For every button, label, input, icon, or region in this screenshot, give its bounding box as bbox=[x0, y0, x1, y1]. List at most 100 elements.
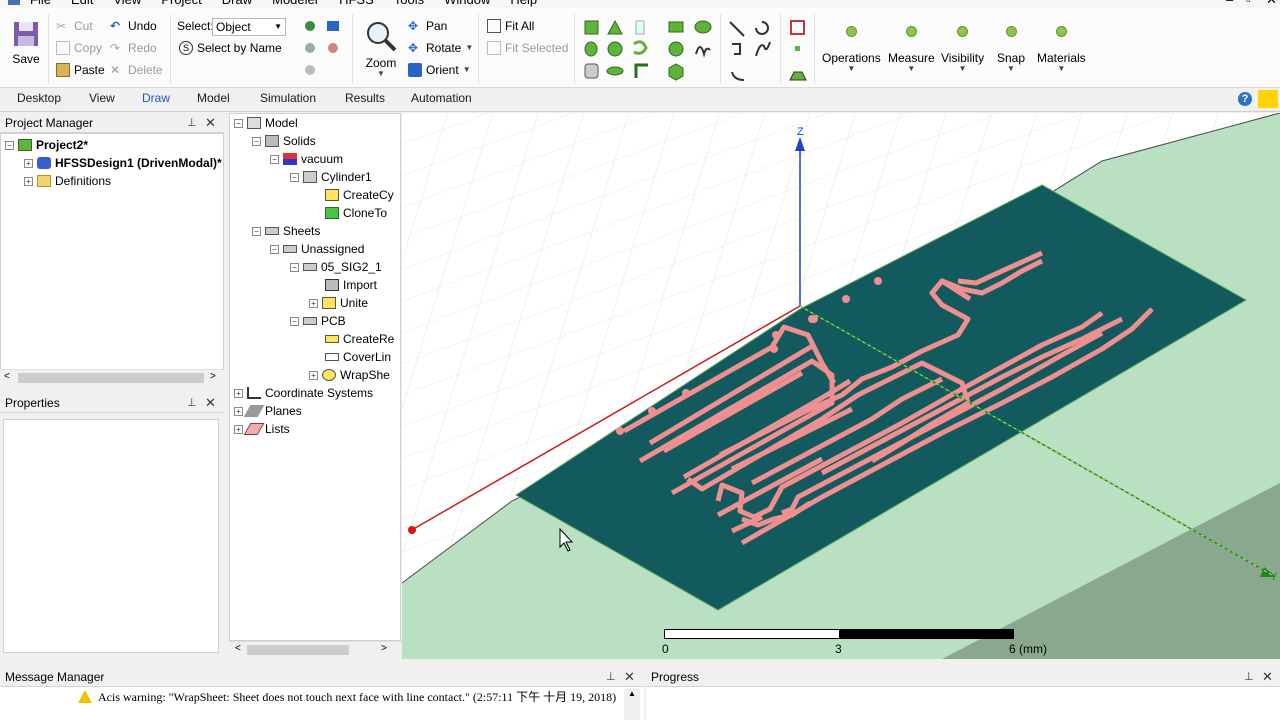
close-window-icon[interactable]: ✕ bbox=[1266, 0, 1277, 8]
operations-button[interactable]: Operations ▼ bbox=[822, 26, 881, 73]
tree-unite[interactable]: + Unite bbox=[309, 295, 368, 311]
tab-view[interactable]: View bbox=[89, 91, 115, 105]
expand-icon[interactable]: + bbox=[234, 388, 243, 398]
pin-icon[interactable]: ⊥ bbox=[606, 667, 616, 687]
pin-icon[interactable]: ⊥ bbox=[187, 113, 197, 133]
tree-unassigned[interactable]: − Unassigned bbox=[270, 241, 364, 257]
snap-button[interactable]: Snap ▼ bbox=[997, 26, 1025, 73]
tree-model[interactable]: − Model bbox=[234, 115, 298, 131]
scroll-left-icon[interactable]: < bbox=[235, 643, 241, 654]
close-icon[interactable]: ✕ bbox=[1262, 667, 1273, 687]
expand-icon[interactable]: + bbox=[234, 406, 243, 416]
draw-3d-primitives-icons[interactable] bbox=[582, 18, 658, 84]
tree-coordinate-systems[interactable]: + Coordinate Systems bbox=[234, 385, 373, 401]
tree-create-cylinder[interactable]: CreateCy bbox=[325, 187, 394, 203]
tree-cylinder1[interactable]: − Cylinder1 bbox=[290, 169, 372, 185]
model-tree-hscroll[interactable]: < > bbox=[229, 641, 401, 657]
collapse-icon[interactable]: − bbox=[5, 140, 14, 150]
cut-button[interactable]: ✂ Cut bbox=[56, 19, 93, 33]
collapse-icon[interactable]: − bbox=[234, 118, 243, 128]
scroll-up-icon[interactable]: ▲ bbox=[628, 689, 636, 698]
zoom-button[interactable]: Zoom ▼ bbox=[365, 20, 397, 78]
collapse-icon[interactable]: − bbox=[290, 262, 299, 272]
tree-planes[interactable]: + Planes bbox=[234, 403, 302, 419]
undo-button[interactable]: ↶ Undo bbox=[110, 19, 157, 33]
tree-wrap-sheet[interactable]: + WrapShe bbox=[309, 367, 390, 383]
draw-2d-primitives-icons[interactable] bbox=[666, 18, 716, 84]
orient-button[interactable]: Orient ▼ bbox=[408, 63, 471, 77]
tree-import[interactable]: Import bbox=[325, 277, 377, 293]
redo-button[interactable]: ↷ Redo bbox=[110, 41, 157, 55]
collapse-icon[interactable]: − bbox=[252, 136, 261, 146]
collapse-icon[interactable]: − bbox=[270, 154, 279, 164]
pin-icon[interactable]: ⊥ bbox=[187, 393, 197, 413]
menu-view[interactable]: View bbox=[103, 0, 151, 8]
measure-button[interactable]: Measure ▼ bbox=[888, 26, 935, 73]
close-icon[interactable]: ✕ bbox=[624, 667, 635, 687]
select-mode-dropdown[interactable]: Object ▼ bbox=[212, 18, 286, 36]
scroll-right-icon[interactable]: > bbox=[381, 643, 387, 654]
expand-icon[interactable]: + bbox=[24, 176, 33, 186]
warning-message[interactable]: Acis warning: "WrapSheet: Sheet does not… bbox=[78, 688, 616, 705]
3d-viewport[interactable]: Z Y 0 3 6 (mm) bbox=[402, 113, 1280, 659]
rotate-button[interactable]: ✥ Rotate ▼ bbox=[408, 41, 473, 55]
menu-modeler[interactable]: Modeler bbox=[262, 0, 329, 8]
collapse-icon[interactable]: − bbox=[290, 172, 299, 182]
tree-sheets[interactable]: − Sheets bbox=[252, 223, 320, 239]
pin-icon[interactable]: ⊥ bbox=[1244, 667, 1254, 687]
menu-project[interactable]: Project bbox=[151, 0, 211, 8]
tab-results[interactable]: Results bbox=[345, 91, 385, 105]
materials-button[interactable]: Materials ▼ bbox=[1037, 26, 1086, 73]
tree-solids[interactable]: − Solids bbox=[252, 133, 316, 149]
menu-hfss[interactable]: HFSS bbox=[329, 0, 384, 8]
tree-definitions[interactable]: + Definitions bbox=[24, 173, 111, 189]
expand-icon[interactable]: + bbox=[309, 298, 318, 308]
scroll-right-icon[interactable]: > bbox=[210, 371, 216, 382]
help-icon[interactable]: ? bbox=[1238, 92, 1252, 106]
menu-draw[interactable]: Draw bbox=[212, 0, 262, 8]
copy-button[interactable]: Copy bbox=[56, 41, 102, 55]
tree-design[interactable]: + HFSSDesign1 (DrivenModal)* bbox=[24, 155, 222, 171]
select-by-name-button[interactable]: S Select by Name bbox=[179, 41, 282, 55]
close-icon[interactable]: ✕ bbox=[205, 113, 216, 133]
expand-icon[interactable]: + bbox=[234, 424, 243, 434]
tab-automation[interactable]: Automation bbox=[411, 91, 472, 105]
draw-lines-icons[interactable] bbox=[726, 18, 776, 84]
delete-button[interactable]: ✕ Delete bbox=[110, 63, 163, 77]
tree-cover-lines[interactable]: CoverLin bbox=[325, 349, 391, 365]
menu-file[interactable]: File bbox=[20, 0, 61, 8]
tree-pcb[interactable]: − PCB bbox=[290, 313, 346, 329]
close-icon[interactable]: ✕ bbox=[205, 393, 216, 413]
scroll-left-icon[interactable]: < bbox=[4, 371, 10, 382]
tree-project[interactable]: − Project2* bbox=[5, 137, 88, 153]
fit-all-button[interactable]: Fit All bbox=[487, 19, 534, 33]
collapse-icon[interactable]: − bbox=[270, 244, 279, 254]
view-toggle-icons[interactable] bbox=[302, 18, 342, 84]
menu-edit[interactable]: Edit bbox=[61, 0, 103, 8]
tab-model[interactable]: Model bbox=[197, 91, 230, 105]
save-button[interactable]: Save bbox=[12, 20, 40, 66]
menu-help[interactable]: Help bbox=[500, 0, 547, 8]
expand-icon[interactable]: + bbox=[309, 370, 318, 380]
tab-simulation[interactable]: Simulation bbox=[260, 91, 316, 105]
fit-selected-button[interactable]: Fit Selected bbox=[487, 41, 568, 55]
expand-icon[interactable]: + bbox=[24, 158, 33, 168]
draw-misc-icons[interactable] bbox=[788, 18, 808, 84]
tree-clone-to[interactable]: CloneTo bbox=[325, 205, 387, 221]
minimize-icon[interactable]: – bbox=[1226, 0, 1233, 8]
collapse-icon[interactable]: − bbox=[290, 316, 299, 326]
tree-vacuum[interactable]: − vacuum bbox=[270, 151, 343, 167]
tab-draw[interactable]: Draw bbox=[142, 91, 170, 105]
visibility-button[interactable]: Visibility ▼ bbox=[941, 26, 984, 73]
3d-scene[interactable]: Z Y bbox=[402, 113, 1280, 659]
scroll-thumb[interactable] bbox=[18, 373, 204, 383]
menu-tools[interactable]: Tools bbox=[384, 0, 434, 8]
scroll-thumb[interactable] bbox=[247, 645, 349, 655]
paste-button[interactable]: Paste bbox=[56, 63, 105, 77]
tree-sig[interactable]: −05_SIG2_1 bbox=[290, 259, 382, 275]
pan-button[interactable]: ✥ Pan bbox=[408, 19, 447, 33]
project-tree-hscroll[interactable]: < > bbox=[0, 369, 224, 385]
restore-icon[interactable]: ▫ bbox=[1246, 0, 1251, 8]
tab-desktop[interactable]: Desktop bbox=[17, 91, 61, 105]
tree-lists[interactable]: + Lists bbox=[234, 421, 290, 437]
